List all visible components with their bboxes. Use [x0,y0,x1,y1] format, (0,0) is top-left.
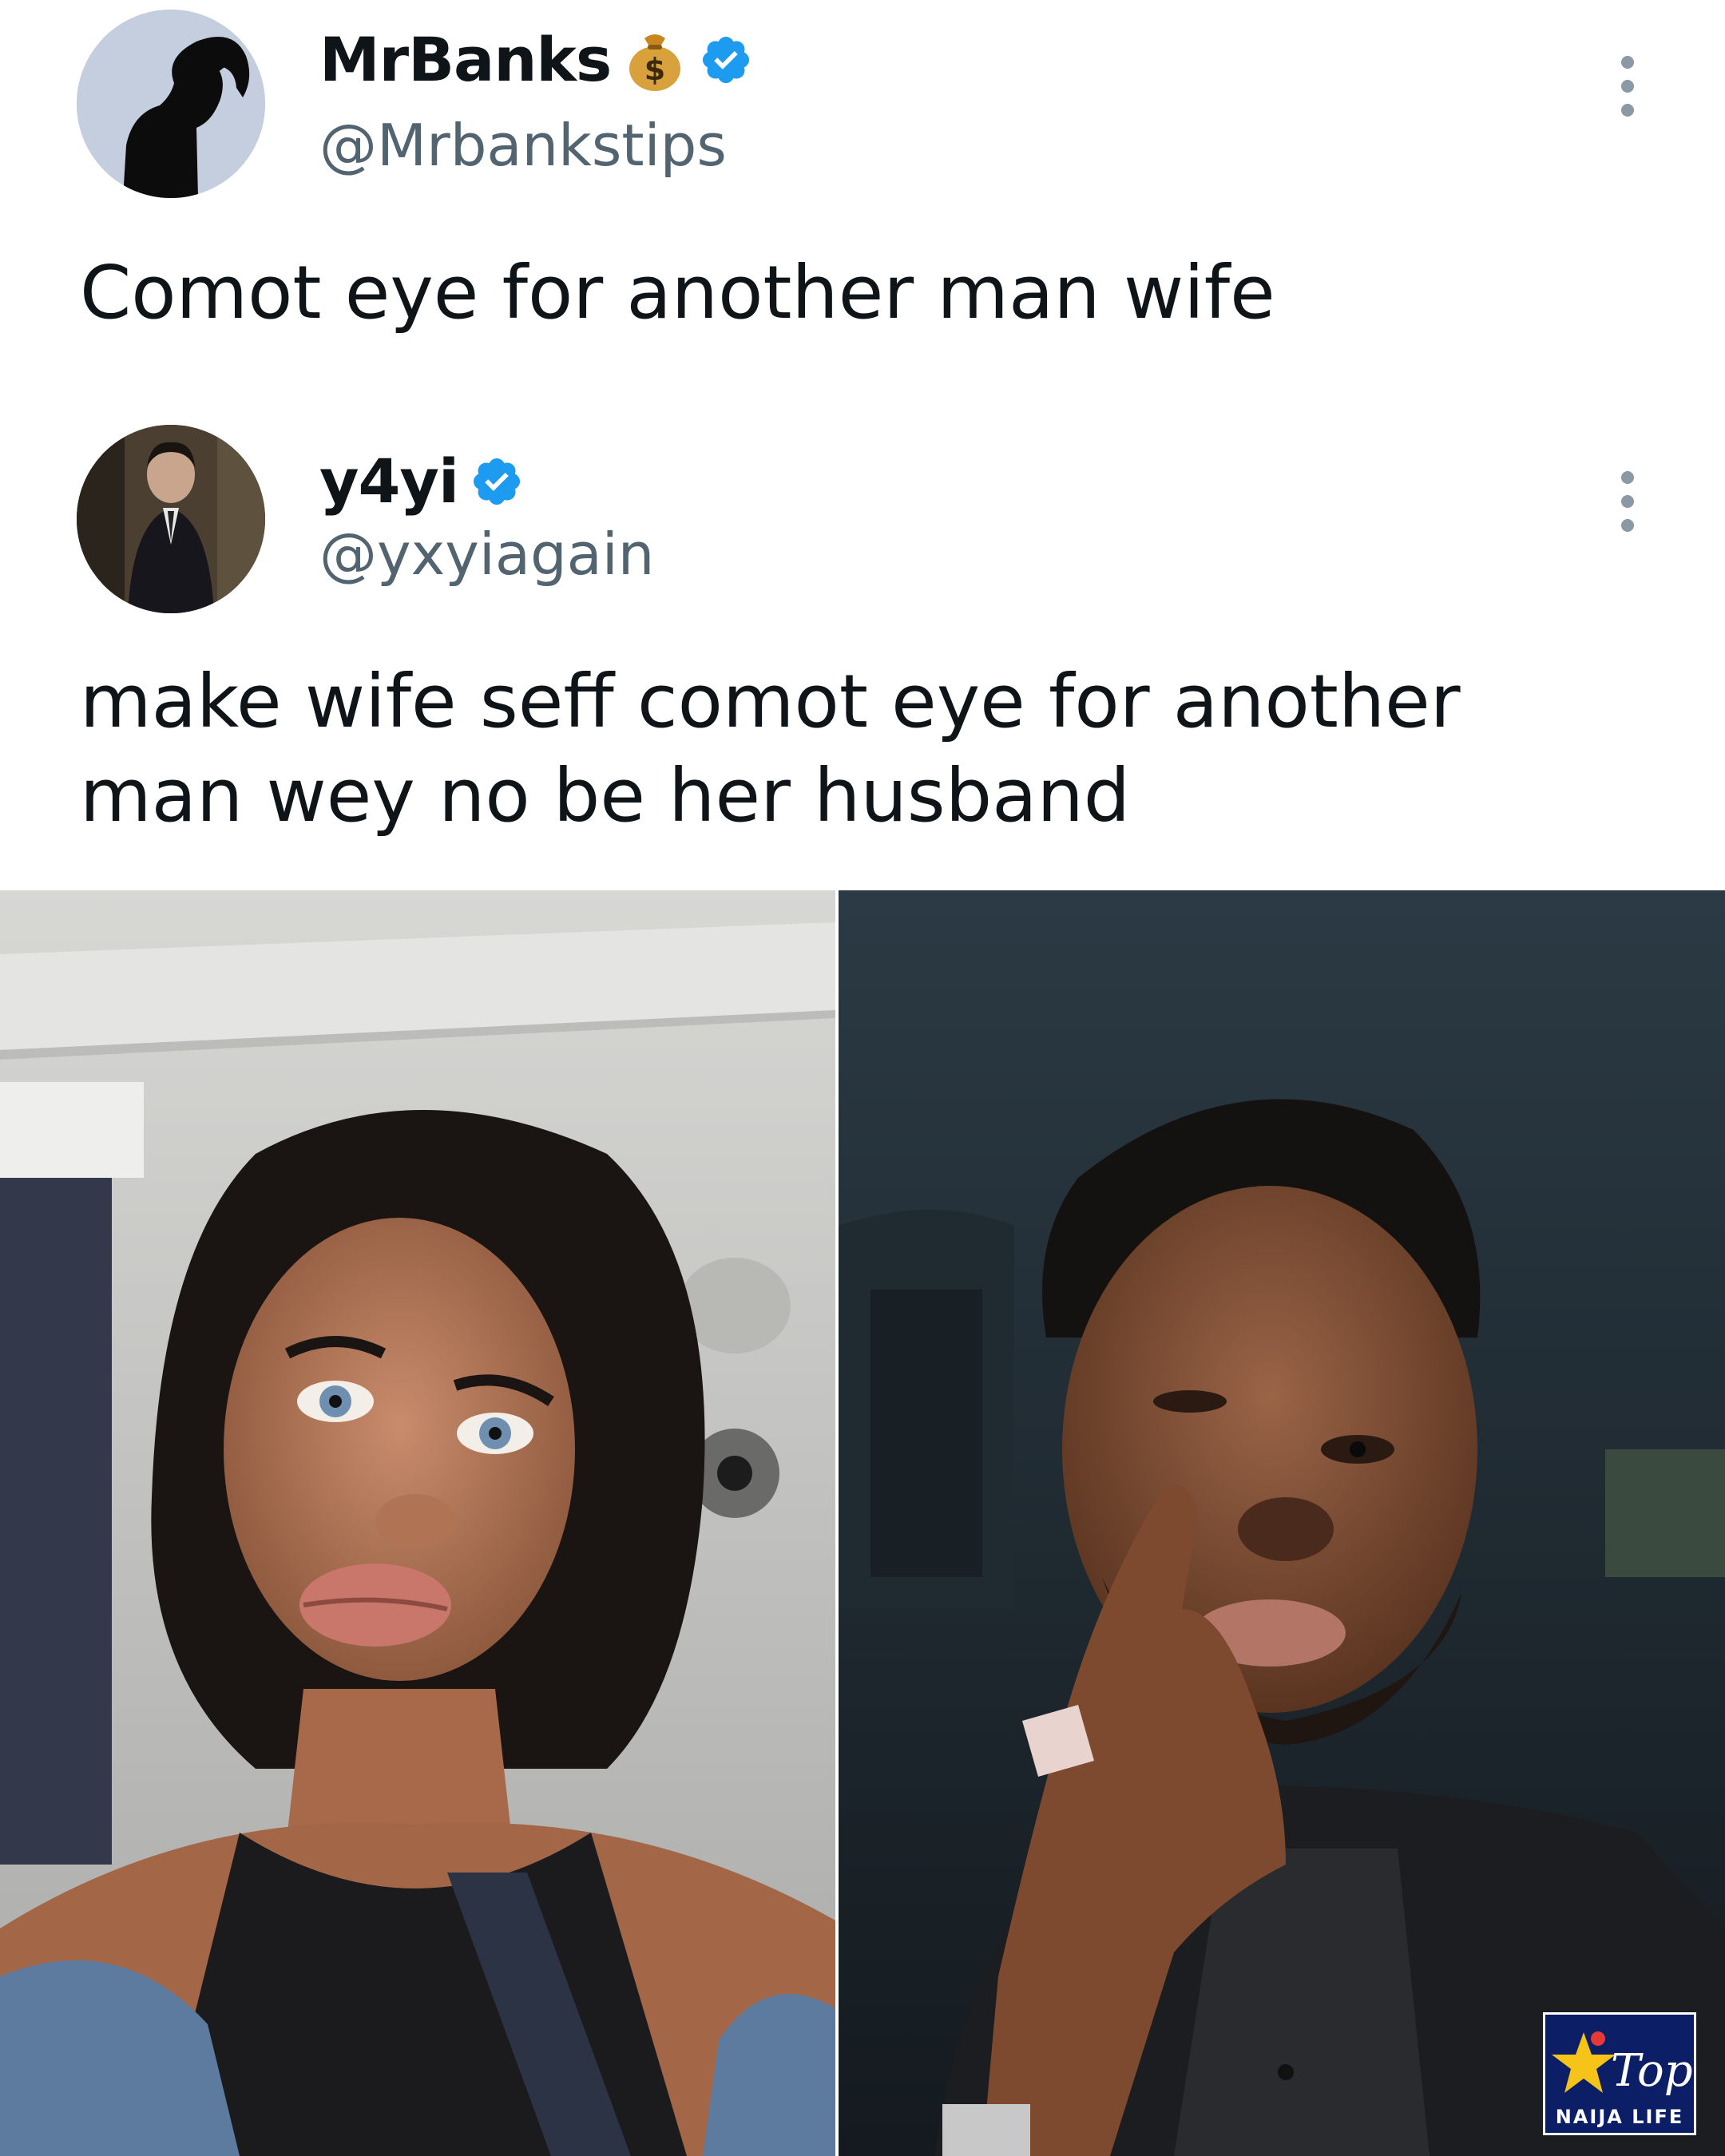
handle[interactable]: @Mrbankstips [319,112,727,179]
tweet-text: make wife seff comot eye for another man… [80,659,1461,838]
man-selfie-photo[interactable]: Top NAIJA LIFE [839,890,1725,2156]
handle[interactable]: @yxyiagain [319,521,654,588]
tweet-mrbanks: MrBanks $ @Mrbankstips Comot eye for ano… [0,0,1725,431]
verified-badge-icon [703,36,750,83]
logo-title: Top [1611,2045,1693,2097]
logo-subtitle: NAIJA LIFE [1555,2106,1684,2128]
goat-silhouette-icon [77,10,265,198]
display-name[interactable]: MrBanks [319,24,612,95]
money-bag-icon: $ [629,34,681,91]
tweet-y4yi: y4yi @yxyiagain make wife seff comot eye… [0,415,1725,894]
photo-collage: Top NAIJA LIFE [0,890,1725,2156]
man-selfie-illustration [839,890,1725,2156]
star-icon [1552,2031,1616,2093]
display-name[interactable]: y4yi [319,446,459,517]
verified-badge-icon [473,458,521,505]
avatar[interactable] [77,425,265,613]
tweet-text: Comot eye for another man wife [80,250,1275,335]
more-options-icon[interactable] [1618,56,1637,117]
man-in-suit-avatar [77,425,265,613]
more-options-icon[interactable] [1618,471,1637,532]
avatar[interactable] [77,10,265,198]
top-naija-life-logo: Top NAIJA LIFE [1543,2012,1696,2135]
woman-selfie-illustration [0,890,835,2156]
svg-text:$: $ [644,52,665,87]
woman-selfie-photo[interactable] [0,890,839,2156]
